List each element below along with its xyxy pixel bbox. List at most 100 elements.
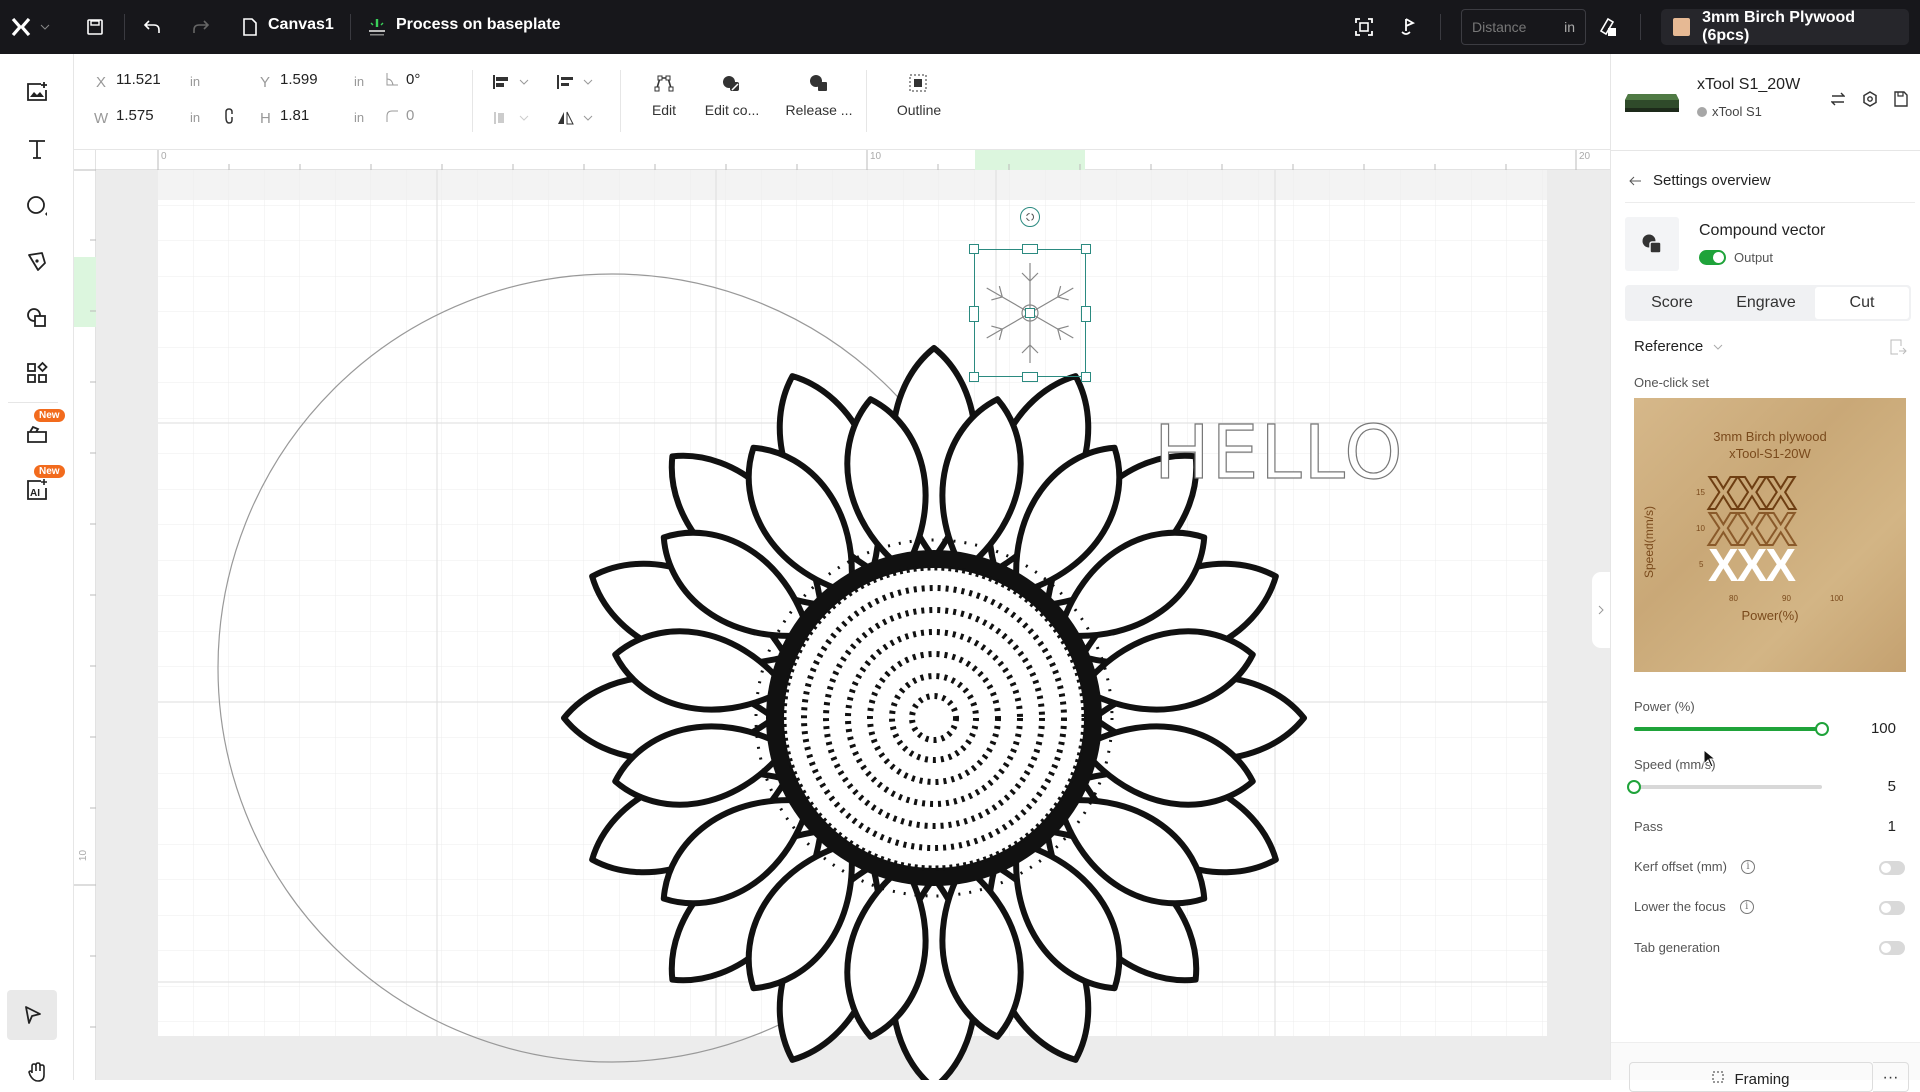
speed-value[interactable]: 5 xyxy=(1888,778,1896,795)
file-name[interactable]: Canvas1 xyxy=(268,16,334,34)
material-swatch xyxy=(1673,18,1691,36)
back-to-overview[interactable]: Settings overview xyxy=(1629,172,1771,189)
h-input[interactable] xyxy=(280,107,352,124)
snowflake-selection[interactable] xyxy=(969,207,1091,382)
power-label: Power (%) xyxy=(1634,699,1695,714)
pass-value[interactable]: 1 xyxy=(1888,818,1896,835)
tab-generation-toggle[interactable] xyxy=(1879,941,1905,955)
framing-button[interactable]: Framing xyxy=(1629,1062,1873,1092)
redo-icon[interactable] xyxy=(190,14,212,40)
connection-status-dot xyxy=(1697,106,1707,117)
outline-icon xyxy=(909,74,927,92)
distribute-icon[interactable] xyxy=(492,110,532,131)
framing-more-button[interactable]: ··· xyxy=(1873,1062,1909,1092)
shapes-library-tool[interactable] xyxy=(19,300,55,336)
undo-icon[interactable] xyxy=(141,14,163,40)
rotate-handle[interactable] xyxy=(1020,207,1040,227)
info-icon[interactable]: i xyxy=(1739,899,1754,914)
measure-icon[interactable] xyxy=(1596,14,1620,40)
camera-capture-icon[interactable] xyxy=(1352,14,1376,40)
flip-icon[interactable] xyxy=(556,110,596,131)
lower-focus-toggle[interactable] xyxy=(1879,901,1905,915)
w-unit: in xyxy=(190,110,201,125)
arrange-icon[interactable] xyxy=(492,74,532,95)
resize-handle[interactable] xyxy=(969,244,979,254)
canvas[interactable]: HELLO xyxy=(96,170,1610,1080)
resize-handle[interactable] xyxy=(1081,244,1091,254)
lock-ratio-icon[interactable] xyxy=(224,108,234,128)
left-toolbar: New AI New xyxy=(0,54,74,1082)
device-name: xTool S1_20W xyxy=(1697,76,1801,93)
power-slider-knob[interactable] xyxy=(1815,722,1829,736)
device-model-label: xTool S1 xyxy=(1712,104,1762,119)
save-icon[interactable] xyxy=(84,14,106,40)
ruler-label: 20 xyxy=(1579,151,1591,162)
kerf-offset-toggle[interactable] xyxy=(1879,861,1905,875)
tab-score[interactable]: Score xyxy=(1625,285,1719,321)
collapse-panel-tab[interactable] xyxy=(1592,572,1610,648)
tab-engrave[interactable]: Engrave xyxy=(1719,285,1813,321)
material-selector[interactable]: 3mm Birch Plywood (6pcs) xyxy=(1661,9,1909,45)
edit-compound-button[interactable]: Edit co... xyxy=(692,74,772,118)
add-image-tool[interactable] xyxy=(19,74,55,110)
w-input[interactable] xyxy=(116,107,188,124)
output-toggle[interactable] xyxy=(1699,250,1726,265)
material-test-preview[interactable]: 3mm Birch plywood xTool-S1-20W Speed(mm/… xyxy=(1634,398,1906,672)
ruler-label: 10 xyxy=(78,849,90,862)
tab-cut[interactable]: Cut xyxy=(1815,287,1909,319)
new-badge: New xyxy=(34,409,65,422)
resize-handle[interactable] xyxy=(1081,306,1091,322)
device-settings-icon[interactable] xyxy=(1862,91,1878,112)
xtool-logo-icon[interactable] xyxy=(10,14,32,40)
shape-tool[interactable] xyxy=(19,188,55,224)
switch-device-icon[interactable] xyxy=(1830,92,1846,111)
power-slider[interactable] xyxy=(1634,722,1829,736)
resize-handle[interactable] xyxy=(1081,372,1091,382)
folder-icon xyxy=(27,425,47,443)
resize-handle[interactable] xyxy=(969,372,979,382)
kerf-offset-label: Kerf offset (mm) xyxy=(1634,859,1727,874)
process-mode[interactable]: Process on baseplate xyxy=(396,16,561,34)
reference-dropdown[interactable]: Reference xyxy=(1634,338,1723,355)
select-tool[interactable] xyxy=(7,990,57,1040)
node-edit-icon xyxy=(654,75,674,92)
save-settings-icon[interactable] xyxy=(1894,91,1908,112)
distance-input[interactable]: Distance in xyxy=(1461,9,1586,45)
rotate-icon xyxy=(1026,213,1034,221)
resize-handle[interactable] xyxy=(1022,244,1038,254)
speed-slider-knob[interactable] xyxy=(1627,780,1641,794)
text-tool[interactable] xyxy=(19,131,55,167)
lower-focus-label: Lower the focus xyxy=(1634,899,1726,914)
release-compound-button[interactable]: Release ... xyxy=(772,74,866,118)
elements-tool[interactable] xyxy=(19,355,55,391)
resize-handle[interactable] xyxy=(969,306,979,322)
hand-tool[interactable] xyxy=(19,1054,55,1090)
preview-y-axis: Speed(mm/s) xyxy=(1642,505,1656,578)
compound-vector-icon xyxy=(1642,234,1662,254)
center-handle[interactable] xyxy=(1025,308,1035,318)
speed-slider[interactable] xyxy=(1627,780,1822,794)
chevron-down-icon[interactable] xyxy=(38,14,52,40)
device-image xyxy=(1624,90,1680,114)
outline-button[interactable]: Outline xyxy=(882,74,956,118)
distance-unit: in xyxy=(1564,19,1575,35)
hello-text-object[interactable]: HELLO xyxy=(1153,409,1404,496)
align-icon[interactable] xyxy=(556,74,596,95)
info-icon[interactable]: i xyxy=(1740,859,1755,874)
export-settings-icon[interactable] xyxy=(1889,338,1907,361)
material-name: 3mm Birch Plywood (6pcs) xyxy=(1702,9,1856,44)
text-icon xyxy=(29,140,45,159)
tab-generation-label: Tab generation xyxy=(1634,940,1721,955)
power-value[interactable]: 100 xyxy=(1871,720,1896,737)
pen-tool[interactable] xyxy=(19,244,55,280)
rotation-input[interactable] xyxy=(406,71,446,88)
corner-radius-input[interactable] xyxy=(406,107,446,124)
edit-button[interactable]: Edit xyxy=(638,74,690,118)
vertical-ruler: 10 xyxy=(74,150,96,1080)
x-input[interactable] xyxy=(116,71,188,88)
preview-title-line1: 3mm Birch plywood xyxy=(1713,429,1827,444)
flag-icon[interactable] xyxy=(1397,14,1419,40)
preview-x-tick: 90 xyxy=(1782,594,1791,603)
resize-handle[interactable] xyxy=(1022,372,1038,382)
y-input[interactable] xyxy=(280,71,352,88)
